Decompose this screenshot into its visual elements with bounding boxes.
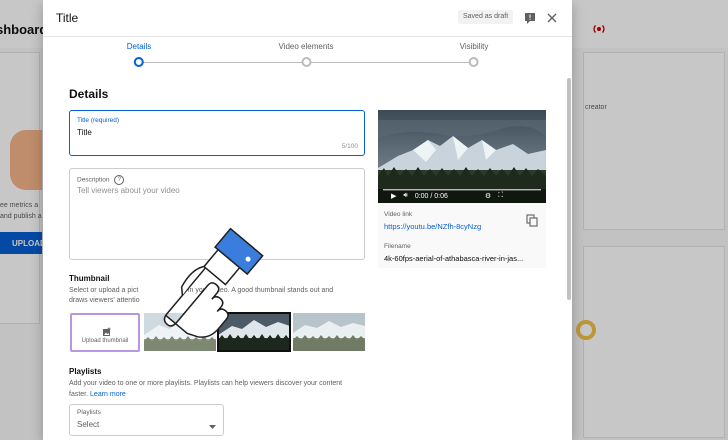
thumbnail-description-line1-end: in your video. A good thumbnail stands o…	[188, 287, 334, 294]
dialog-scrollbar[interactable]	[567, 78, 571, 300]
title-field[interactable]: Title (required) Title 5/100	[69, 110, 365, 156]
settings-icon[interactable]: ⚙	[485, 192, 491, 200]
title-field-label: Title (required)	[77, 117, 120, 124]
thumbnail-heading: Thumbnail	[69, 274, 110, 283]
step-dot	[469, 57, 479, 67]
upload-thumbnail-button[interactable]: Upload thumbnail	[70, 313, 140, 352]
dialog-title: Title	[56, 11, 79, 25]
thumbnail-description-line1: Select or upload a pict	[69, 287, 139, 294]
play-icon[interactable]: ▶	[391, 192, 396, 200]
chevron-down-icon	[209, 417, 216, 435]
step-label: Video elements	[278, 42, 334, 51]
step-label: Visibility	[459, 42, 489, 51]
playlists-heading: Playlists	[69, 367, 102, 376]
playlists-select-label: Playlists	[77, 409, 101, 416]
video-time: 0:00 / 0:06	[414, 192, 448, 200]
description-field[interactable]: Description ? Tell viewers about your vi…	[69, 168, 365, 260]
thumbnail-option[interactable]	[293, 313, 365, 351]
step-video-elements[interactable]: Video elements	[279, 42, 334, 67]
description-placeholder: Tell viewers about your video	[77, 186, 180, 195]
step-visibility[interactable]: Visibility	[459, 42, 489, 67]
thumbnail-description-line2: draws viewers' attentio	[69, 297, 140, 304]
close-icon[interactable]	[544, 10, 560, 26]
video-controls: ▶ 🔊︎ 0:00 / 0:06 ⚙ ⛶	[378, 189, 546, 203]
thumbnail-option-selected[interactable]	[217, 312, 291, 352]
video-preview-panel: ▶ 🔊︎ 0:00 / 0:06 ⚙ ⛶ Video link https://…	[378, 110, 546, 268]
volume-icon[interactable]: 🔊︎	[403, 192, 407, 200]
video-player[interactable]: ▶ 🔊︎ 0:00 / 0:06 ⚙ ⛶	[378, 110, 546, 203]
thumbnail-option[interactable]	[144, 313, 216, 351]
video-link[interactable]: https://youtu.be/NZfh-8cyNzg	[384, 222, 481, 231]
help-icon[interactable]: ?	[114, 175, 125, 185]
playlists-select[interactable]: Playlists Select	[69, 404, 224, 436]
filename-value: 4k-60fps-aerial-of-athabasca-river-in-ja…	[384, 254, 524, 263]
saved-status-badge: Saved as draft	[458, 10, 514, 24]
details-heading: Details	[69, 87, 109, 101]
step-label: Details	[126, 42, 152, 51]
upload-thumbnail-label: Upload thumbnail	[81, 338, 129, 344]
title-char-counter: 5/100	[341, 143, 358, 150]
upload-details-dialog: Title Saved as draft Details Video eleme…	[43, 0, 572, 440]
video-link-label: Video link	[384, 211, 413, 218]
feedback-icon[interactable]	[522, 10, 538, 26]
dialog-header: Title Saved as draft	[43, 0, 572, 37]
learn-more-link[interactable]: Learn more	[90, 391, 126, 398]
playlists-description-line2: faster. Learn more	[69, 391, 126, 398]
upload-stepper: Details Video elements Visibility	[127, 42, 488, 68]
playlists-description-line1: Add your video to one or more playlists.…	[69, 380, 343, 387]
step-details[interactable]: Details	[127, 42, 151, 67]
fullscreen-icon[interactable]: ⛶	[498, 192, 503, 200]
playlists-select-value: Select	[77, 420, 100, 429]
copy-icon[interactable]	[526, 214, 538, 227]
step-dot	[301, 57, 311, 67]
title-field-value: Title	[77, 128, 92, 137]
description-field-label: Description ?	[77, 175, 125, 185]
step-dot	[133, 57, 144, 67]
filename-label: Filename	[384, 243, 411, 250]
